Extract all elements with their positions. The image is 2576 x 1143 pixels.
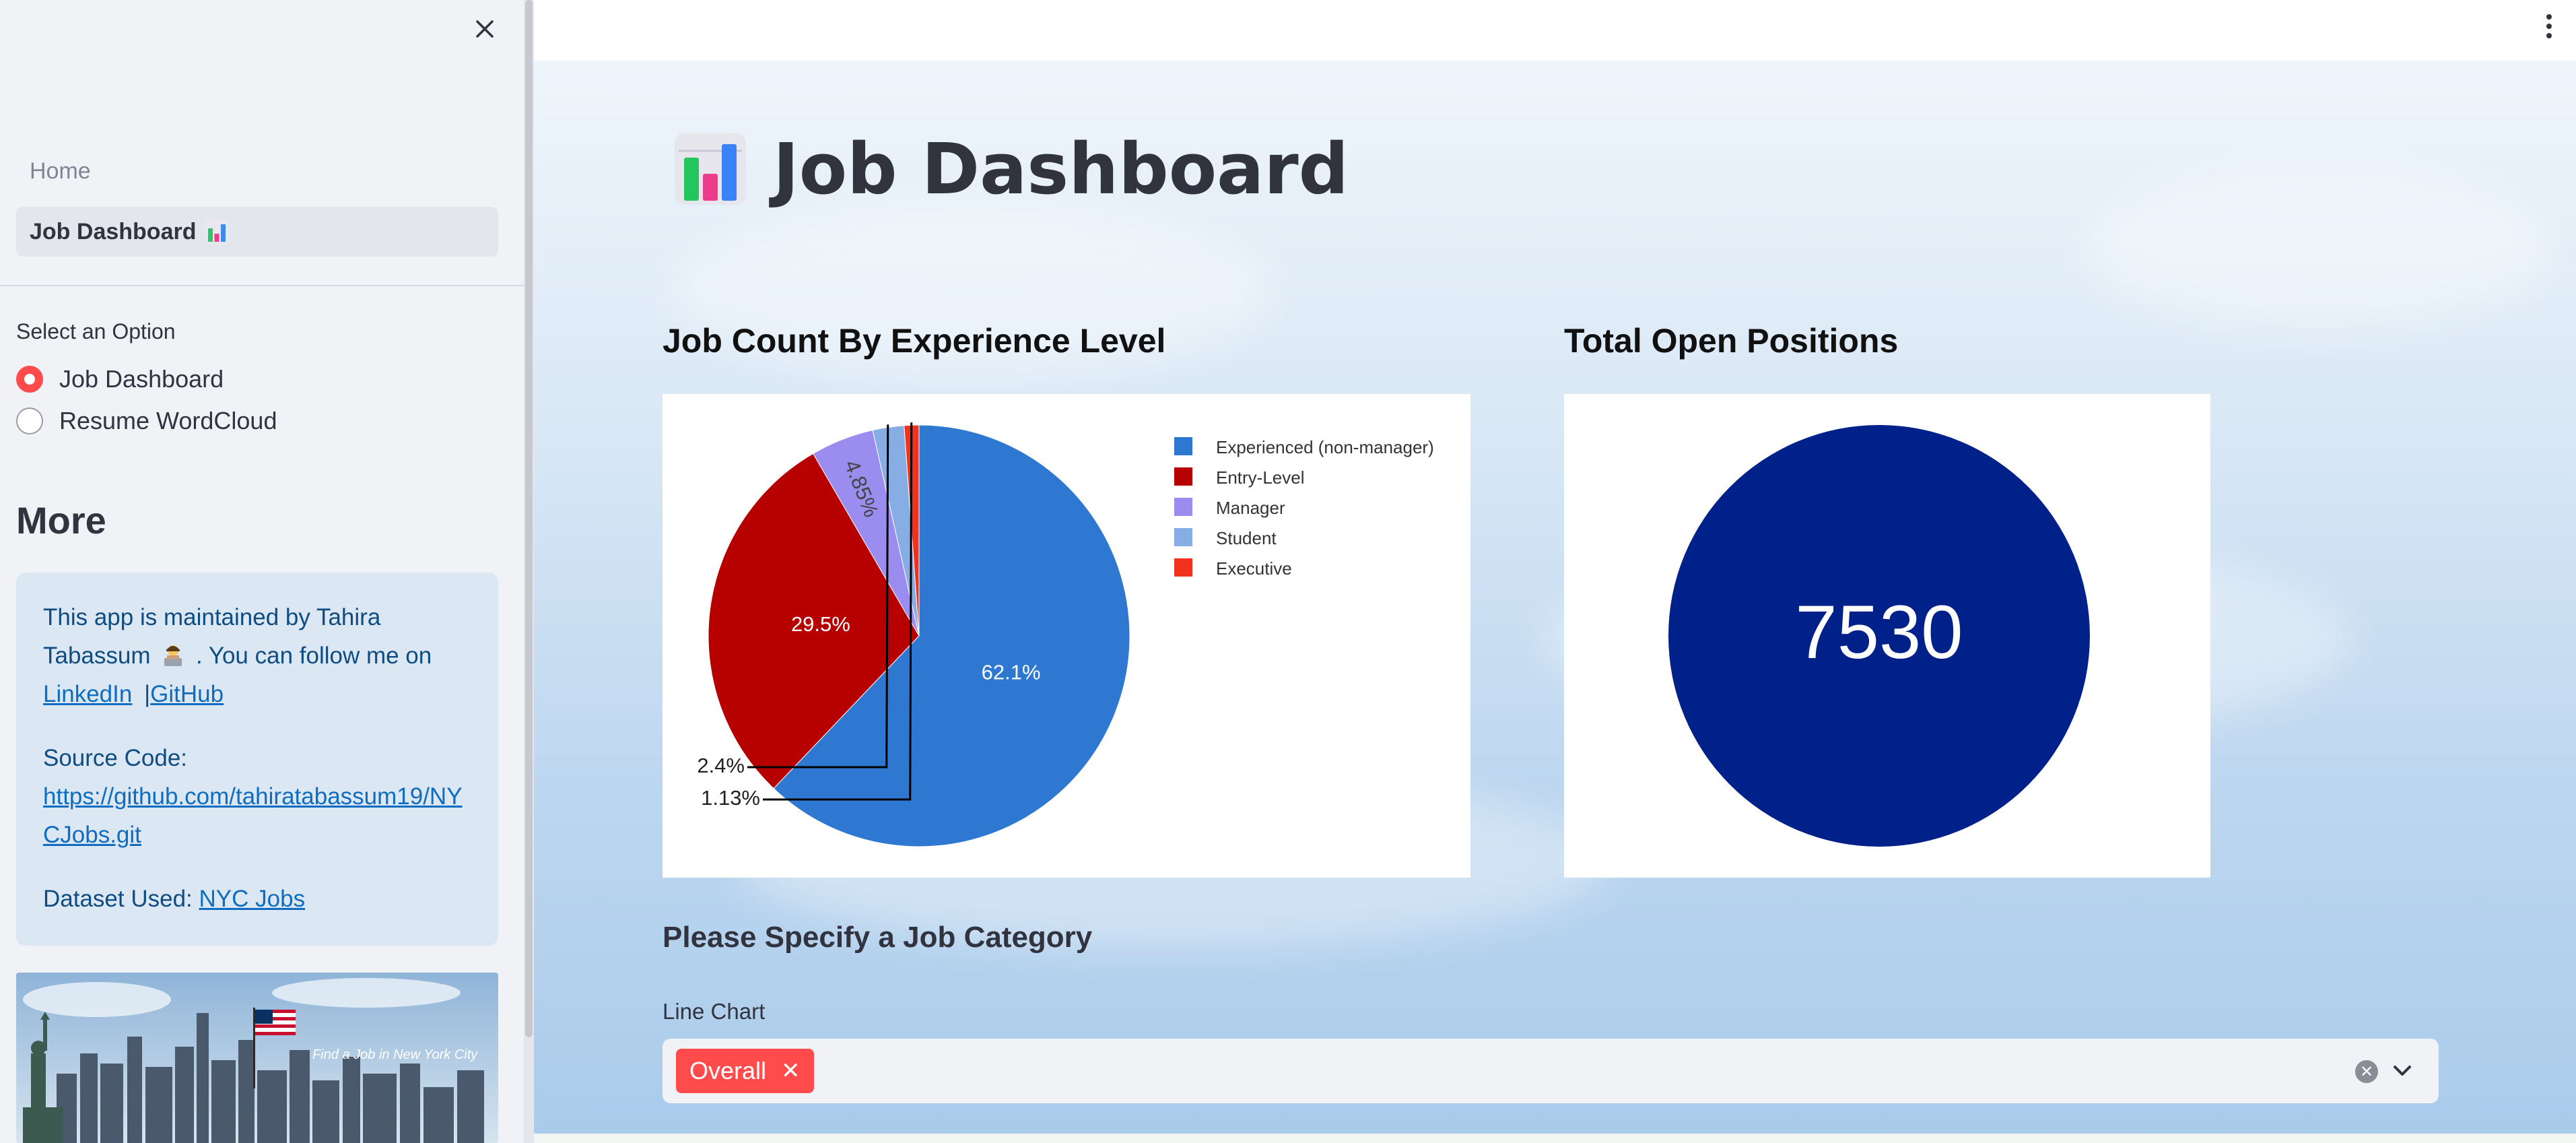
radio-label: Job Dashboard — [59, 365, 224, 393]
pie-label-entry-level: 29.5% — [791, 612, 850, 636]
maintainer-text: This app is maintained by Tahira Tabassu… — [43, 598, 471, 713]
pie-label-student: 2.4% — [697, 754, 745, 777]
total-positions-panel: 7530 — [1564, 394, 2210, 878]
bottom-strip — [534, 1134, 2576, 1143]
maintainer-suffix: . You can follow me on — [196, 643, 432, 669]
more-heading: More — [16, 499, 106, 542]
radio-selected-indicator — [16, 366, 43, 393]
source-code-link[interactable]: https://github.com/tahiratabassum19/NYCJ… — [43, 783, 463, 848]
job-category-multiselect[interactable]: Overall ✕ ✕ — [663, 1039, 2439, 1103]
total-positions-value: 7530 — [1795, 590, 1963, 674]
sidebar-scroll-thumb[interactable] — [525, 0, 533, 1037]
bar-chart-icon — [205, 220, 230, 244]
nav-item-job-dashboard[interactable]: Job Dashboard — [16, 207, 498, 257]
chevron-down-icon — [2394, 1066, 2411, 1076]
pie-chart-panel: 62.1% 29.5% 4.85% 2.4% 1.13% Experienced (non… — [663, 394, 1470, 878]
pie-label-experienced-non-manager: 62.1% — [982, 661, 1041, 684]
pie-label-executive: 1.13% — [701, 786, 760, 810]
legend-swatch-entry-level — [1174, 467, 1192, 486]
image-caption: Find a Job in New York City — [312, 1047, 478, 1062]
top-bar — [534, 0, 2576, 61]
pie-chart: 62.1%29.5%4.85%2.4%1.13%Experienced (non… — [697, 422, 1434, 847]
radio-job-dashboard[interactable]: Job Dashboard — [16, 365, 224, 393]
remove-tag-icon[interactable]: ✕ — [781, 1057, 801, 1084]
total-positions-indicator: 7530 — [1668, 425, 2090, 847]
nav-item-home[interactable]: Home — [30, 158, 91, 185]
page-title: Job Dashboard — [673, 128, 1349, 210]
close-icon — [476, 20, 494, 38]
line-chart-label: Line Chart — [663, 999, 766, 1024]
source-code-label: Source Code: — [43, 745, 188, 771]
select-option-label: Select an Option — [16, 319, 176, 344]
link-separator: | — [144, 681, 151, 707]
source-code-block: Source Code: https://github.com/tahirata… — [43, 739, 471, 854]
legend-label-student: Student — [1216, 528, 1277, 548]
technologist-icon — [161, 641, 185, 666]
bar-chart-icon — [675, 133, 746, 205]
more-vertical-icon — [2546, 14, 2552, 20]
dataset-link[interactable]: NYC Jobs — [199, 886, 306, 912]
legend-label-experienced-non-manager: Experienced (non-manager) — [1216, 437, 1434, 457]
selected-tag-overall: Overall ✕ — [676, 1049, 814, 1093]
page-title-text: Job Dashboard — [773, 128, 1349, 210]
tag-label: Overall — [689, 1057, 767, 1084]
radio-unselected-indicator — [16, 407, 43, 434]
info-box: This app is maintained by Tahira Tabassu… — [16, 573, 498, 946]
total-positions-title: Total Open Positions — [1564, 322, 1899, 360]
dataset-label: Dataset Used: — [43, 886, 193, 912]
dropdown-toggle[interactable] — [2389, 1057, 2416, 1084]
legend-swatch-experienced-non-manager — [1174, 437, 1192, 455]
radio-resume-wordcloud[interactable]: Resume WordCloud — [16, 407, 277, 435]
radio-label: Resume WordCloud — [59, 407, 277, 434]
job-category-heading: Please Specify a Job Category — [663, 921, 1093, 954]
pie-chart-title: Job Count By Experience Level — [663, 322, 1166, 360]
sidebar-divider — [0, 285, 524, 286]
nav-item-label: Job Dashboard — [30, 218, 197, 244]
main-menu-button[interactable] — [2536, 9, 2563, 43]
legend-label-executive: Executive — [1216, 558, 1292, 579]
main-content: Job Dashboard Job Count By Experience Le… — [534, 0, 2576, 1143]
nyc-skyline-image: Find a Job in New York City — [16, 973, 498, 1143]
linkedin-link[interactable]: LinkedIn — [43, 681, 132, 707]
legend-label-entry-level: Entry-Level — [1216, 467, 1305, 488]
sidebar: Home Job Dashboard Select an Option Job … — [0, 0, 524, 1143]
clear-all-button[interactable]: ✕ — [2355, 1060, 2378, 1083]
legend-label-manager: Manager — [1216, 498, 1285, 518]
legend-swatch-student — [1174, 528, 1192, 546]
clear-icon: ✕ — [2359, 1062, 2374, 1081]
github-link[interactable]: GitHub — [150, 681, 224, 707]
close-sidebar-button[interactable] — [468, 12, 502, 46]
legend-swatch-executive — [1174, 558, 1192, 577]
sidebar-scrollbar[interactable] — [524, 0, 534, 1143]
legend-swatch-manager — [1174, 498, 1192, 516]
dataset-block: Dataset Used: NYC Jobs — [43, 880, 471, 918]
